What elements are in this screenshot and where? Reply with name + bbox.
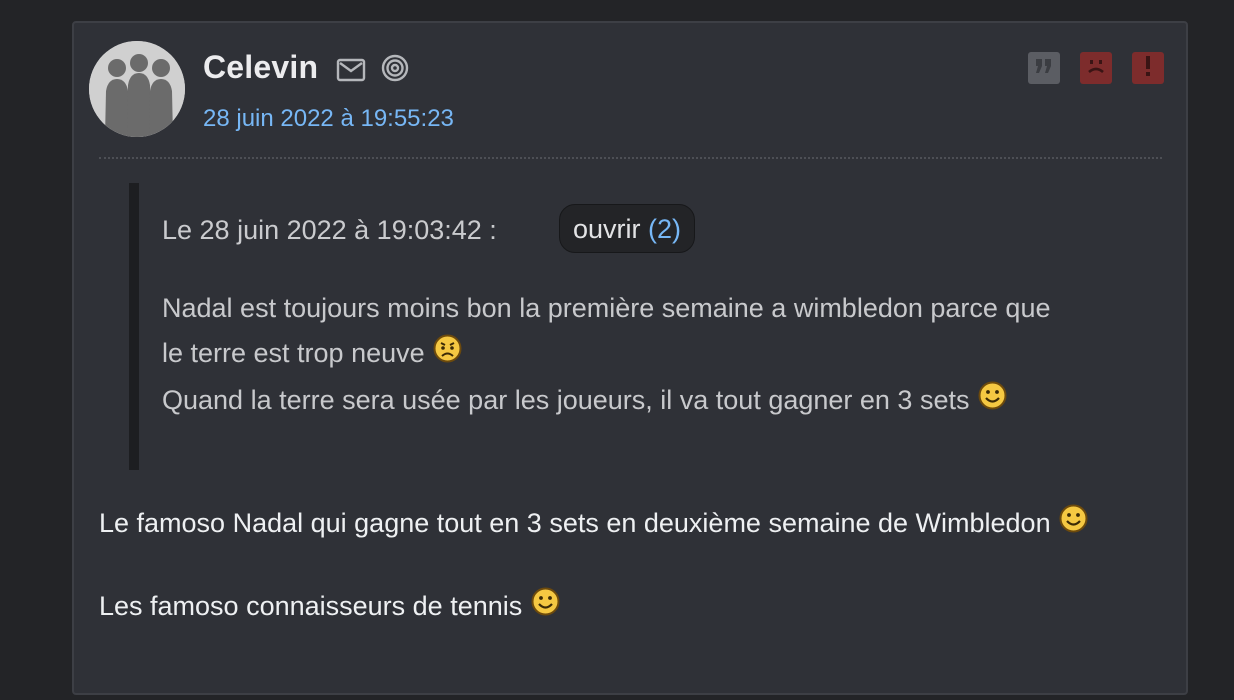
report-button[interactable]	[1132, 52, 1164, 84]
sad-button[interactable]	[1080, 52, 1112, 84]
post-body: Le famoso Nadal qui gagne tout en 3 sets…	[99, 503, 1179, 627]
post-date[interactable]: 28 juin 2022 à 19:55:23	[203, 105, 454, 133]
sad-face-icon	[1085, 57, 1107, 80]
spiral-icon[interactable]	[380, 53, 410, 83]
body-paragraph-1: Le famoso Nadal qui gagne tout en 3 sets…	[99, 503, 1179, 544]
quote-text: Nadal est toujours moins bon la première…	[162, 286, 1162, 425]
quote-meta: Le 28 juin 2022 à 19:03:42 :	[162, 215, 497, 245]
open-count: (2)	[648, 214, 682, 244]
quote-line-1: Nadal est toujours moins bon la première…	[162, 293, 1051, 323]
post-actions	[1028, 52, 1164, 84]
open-label: ouvrir	[573, 214, 641, 244]
smiley-icon	[1058, 503, 1089, 544]
confused-smiley-icon	[432, 333, 463, 378]
body-paragraph-2-text: Les famoso connaisseurs de tennis	[99, 591, 523, 621]
smiley-icon	[530, 586, 561, 627]
quote-line-2: le terre est trop neuve	[162, 338, 425, 368]
forum-post: Celevin 28 juin 2022 à 19:55:23 Le 28 ju…	[72, 21, 1188, 695]
open-quote-button[interactable]: ouvrir (2)	[559, 204, 696, 253]
exclamation-icon	[1144, 55, 1152, 82]
quote-line-3-wrap: Quand la terre sera usée par les joueurs…	[162, 378, 1162, 425]
quote-icon	[1034, 58, 1054, 79]
quote-line-2-wrap: le terre est trop neuve	[162, 331, 1162, 378]
smiley-icon	[977, 380, 1008, 425]
divider	[99, 157, 1162, 159]
avatar[interactable]	[89, 41, 185, 137]
quoted-message: Le 28 juin 2022 à 19:03:42 : ouvrir (2) …	[129, 183, 1129, 470]
author-name[interactable]: Celevin	[203, 49, 318, 86]
body-paragraph-2: Les famoso connaisseurs de tennis	[99, 586, 1179, 627]
mail-icon[interactable]	[336, 57, 366, 83]
quote-button[interactable]	[1028, 52, 1060, 84]
quote-line-3: Quand la terre sera usée par les joueurs…	[162, 385, 970, 415]
body-paragraph-1-text: Le famoso Nadal qui gagne tout en 3 sets…	[99, 508, 1051, 538]
